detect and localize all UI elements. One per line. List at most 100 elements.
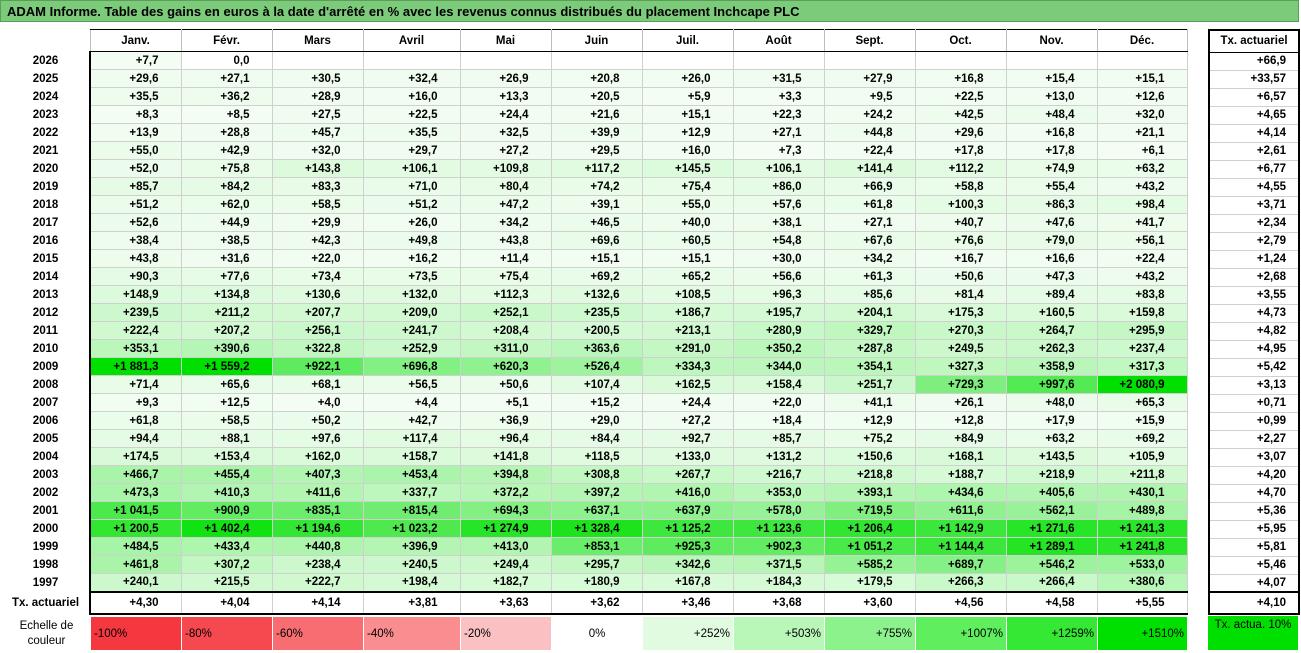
- table-row: 2023 +8,3 +8,5 +27,5 +22,5 +24,4 +21,6 +15,1 +22…: [2, 105, 1188, 124]
- actuarial-cell: +66,9: [1208, 52, 1300, 71]
- gain-cell: +162,0: [271, 447, 364, 466]
- actuarial-row: +3,13: [1208, 376, 1300, 395]
- table-row: 2009 +1 881,3 +1 559,2 +922,1 +696,8 +620,3 +5…: [2, 357, 1188, 376]
- gain-cell: +96,4: [459, 429, 552, 448]
- gain-cell: +22,0: [271, 249, 364, 268]
- gain-cell: +252,1: [459, 303, 552, 322]
- gain-cell: +65,2: [641, 267, 734, 286]
- gain-cell: +48,0: [1005, 393, 1098, 412]
- gain-cell: +29,7: [362, 141, 461, 160]
- table-row: 2004 +174,5 +153,4 +162,0 +158,7 +141,8 +118,5…: [2, 447, 1188, 466]
- gain-cell: +16,6: [1005, 249, 1098, 268]
- year-label: 2010: [2, 339, 91, 358]
- gain-cell: +26,0: [641, 69, 734, 88]
- gain-cell: +241,7: [362, 321, 461, 340]
- gain-cell: +413,0: [459, 537, 552, 556]
- gain-cell: +371,5: [732, 555, 825, 574]
- year-label: 2019: [2, 177, 91, 196]
- table-row: 2019 +85,7 +84,2 +83,3 +71,0 +80,4 +74,2 +75,4 +…: [2, 177, 1188, 196]
- gain-cell: +21,1: [1096, 123, 1188, 142]
- gain-cell: +42,3: [271, 231, 364, 250]
- year-label: 2021: [2, 141, 91, 160]
- month-header: Févr.: [180, 29, 273, 52]
- gain-cell: +22,3: [732, 105, 825, 124]
- gain-cell: +143,5: [1005, 447, 1098, 466]
- gain-cell: +158,4: [732, 375, 825, 394]
- gain-cell: +216,7: [732, 465, 825, 484]
- year-label: 2013: [2, 285, 91, 304]
- gain-cell: +13,3: [459, 87, 552, 106]
- scale-swatch: +1510%: [1097, 616, 1188, 651]
- gain-cell: +117,4: [362, 429, 461, 448]
- actuarial-legend: Tx. actua. 10%: [1208, 616, 1298, 650]
- gain-cell: +327,3: [914, 357, 1007, 376]
- table-row: 2013 +148,9 +134,8 +130,6 +132,0 +112,3 +132,6…: [2, 285, 1188, 304]
- actuarial-row: +4,14: [1208, 124, 1300, 143]
- actuarial-table: Tx. actuariel +66,9 +33,57 +6,57 +4,65 +4,14…: [1208, 29, 1300, 615]
- actuarial-row: +2,27: [1208, 430, 1300, 449]
- gain-cell: +65,6: [180, 375, 273, 394]
- gain-cell: +27,1: [732, 123, 825, 142]
- gain-cell: +291,0: [641, 339, 734, 358]
- gain-cell: +15,2: [550, 393, 643, 412]
- gain-cell: +52,6: [89, 213, 182, 232]
- gain-cell: +411,6: [271, 483, 364, 502]
- gain-cell: +12,8: [914, 411, 1007, 430]
- table-row: 2014 +90,3 +77,6 +73,4 +73,5 +75,4 +69,2 +65,2 +…: [2, 267, 1188, 286]
- gain-cell: +15,1: [641, 105, 734, 124]
- gain-cell: +30,0: [732, 249, 825, 268]
- gain-cell: +620,3: [459, 357, 552, 376]
- gain-cell: +15,1: [641, 249, 734, 268]
- gain-cell: +29,5: [550, 141, 643, 160]
- gain-cell: +61,8: [823, 195, 916, 214]
- gain-cell: +200,5: [550, 321, 643, 340]
- actuarial-row: +0,99: [1208, 412, 1300, 431]
- gain-cell: +50,6: [459, 375, 552, 394]
- actuarial-cell: +2,61: [1208, 142, 1300, 161]
- gain-cell: +405,6: [1005, 483, 1098, 502]
- gain-cell: +75,8: [180, 159, 273, 178]
- gain-cell: +344,0: [732, 357, 825, 376]
- gain-cell: +222,4: [89, 321, 182, 340]
- table-row: 2001 +1 041,5 +900,9 +835,1 +815,4 +694,3 +637…: [2, 501, 1188, 520]
- report-title: ADAM Informe. Table des gains en euros à…: [0, 0, 1299, 22]
- gain-cell: +466,7: [89, 465, 182, 484]
- gain-cell: +65,3: [1096, 393, 1188, 412]
- actuarial-row: +2,61: [1208, 142, 1300, 161]
- gain-cell: +5,1: [459, 393, 552, 412]
- gain-cell: +83,3: [271, 177, 364, 196]
- year-label: 2022: [2, 123, 91, 142]
- gain-cell: +578,0: [732, 501, 825, 520]
- gain-cell: +222,7: [271, 573, 364, 592]
- actuarial-row: +5,95: [1208, 520, 1300, 539]
- gain-cell: +56,5: [362, 375, 461, 394]
- gain-cell: +184,3: [732, 573, 825, 592]
- year-label: 2005: [2, 429, 91, 448]
- gain-cell: +51,2: [89, 195, 182, 214]
- gain-cell: +54,8: [732, 231, 825, 250]
- gain-cell: +1 241,8: [1096, 537, 1188, 556]
- gain-cell: +47,6: [1005, 213, 1098, 232]
- gain-cell: +1 881,3: [89, 357, 182, 376]
- footer-cell: +4,04: [180, 590, 273, 615]
- gain-cell: +39,1: [550, 195, 643, 214]
- gain-cell: +209,0: [362, 303, 461, 322]
- gain-cell: +132,0: [362, 285, 461, 304]
- actuarial-cell: +3,71: [1208, 196, 1300, 215]
- gain-cell: +198,4: [362, 573, 461, 592]
- scale-swatch: +503%: [733, 616, 825, 651]
- year-label: 2014: [2, 267, 91, 286]
- gain-cell: +71,0: [362, 177, 461, 196]
- gain-cell: +130,6: [271, 285, 364, 304]
- gain-cell: +637,9: [641, 501, 734, 520]
- gain-cell: +1 123,6: [732, 519, 825, 538]
- actuarial-cell: +4,95: [1208, 340, 1300, 359]
- gain-cell: +218,9: [1005, 465, 1098, 484]
- gain-cell: +88,1: [180, 429, 273, 448]
- gain-cell: +3,3: [732, 87, 825, 106]
- actuarial-cell: +5,46: [1208, 556, 1300, 575]
- gain-cell: +55,0: [641, 195, 734, 214]
- gain-cell: +329,7: [823, 321, 916, 340]
- gain-cell: +270,3: [914, 321, 1007, 340]
- gain-cell: +27,1: [823, 213, 916, 232]
